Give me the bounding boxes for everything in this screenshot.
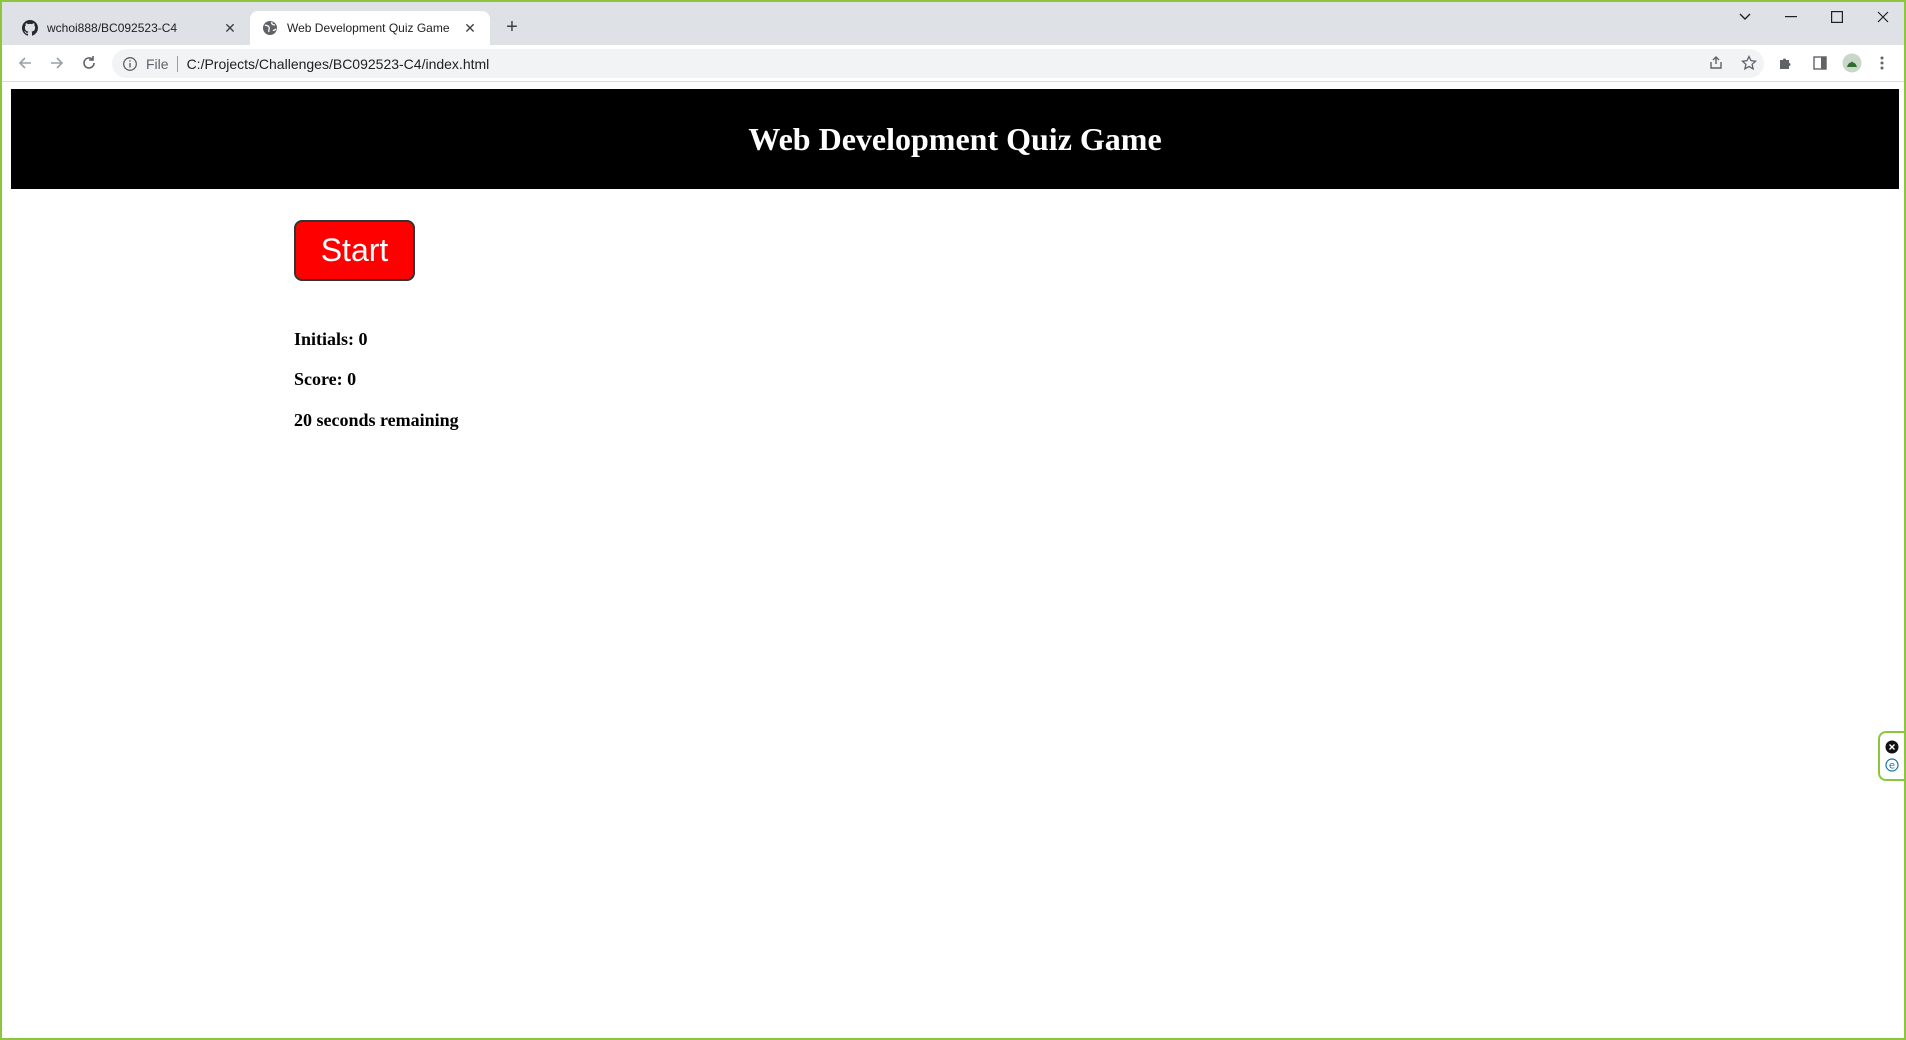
tab-search-icon[interactable]	[1722, 2, 1768, 32]
divider	[176, 55, 178, 72]
forward-arrow-icon[interactable]	[44, 50, 70, 76]
scheme-label: File	[146, 55, 169, 72]
page-title: Web Development Quiz Game	[748, 120, 1162, 157]
browser-window: wchoi888/BC092523-C4 ✕ Web Development Q…	[0, 0, 1906, 1040]
side-panel-icon[interactable]	[1810, 53, 1830, 73]
tab-github[interactable]: wchoi888/BC092523-C4 ✕	[10, 11, 250, 45]
bookmark-star-icon[interactable]	[1739, 53, 1759, 73]
extension-side-widget: e	[1878, 731, 1904, 781]
profile-avatar[interactable]	[1842, 53, 1862, 73]
timer-text: 20 seconds remaining	[294, 410, 459, 430]
close-tab-icon[interactable]: ✕	[222, 20, 238, 36]
initials-text: Initials: 0	[294, 329, 368, 349]
browser-toolbar: File C:/Projects/Challenges/BC092523-C4/…	[2, 45, 1904, 82]
close-circle-icon[interactable]	[1885, 740, 1899, 754]
extension-e-icon[interactable]: e	[1885, 758, 1899, 772]
svg-text:e: e	[1889, 761, 1895, 772]
back-arrow-icon[interactable]	[12, 50, 38, 76]
reload-icon[interactable]	[76, 50, 102, 76]
tab-strip: wchoi888/BC092523-C4 ✕ Web Development Q…	[2, 2, 1904, 45]
globe-icon	[262, 20, 278, 36]
close-window-icon[interactable]	[1860, 2, 1904, 32]
extensions-puzzle-icon[interactable]	[1776, 53, 1796, 73]
new-tab-button[interactable]: +	[500, 16, 524, 40]
tab-title: Web Development Quiz Game	[287, 21, 450, 35]
github-icon	[22, 20, 38, 36]
page-content: Web Development Quiz Game Start Initials…	[4, 83, 1904, 1038]
tab-quiz-game[interactable]: Web Development Quiz Game ✕	[250, 11, 490, 45]
info-icon[interactable]	[122, 56, 138, 72]
tab-title: wchoi888/BC092523-C4	[47, 21, 178, 35]
share-icon[interactable]	[1706, 53, 1726, 73]
address-bar[interactable]: File C:/Projects/Challenges/BC092523-C4/…	[112, 49, 1764, 78]
start-button[interactable]: Start	[294, 220, 415, 281]
close-tab-icon[interactable]: ✕	[462, 20, 478, 36]
page-header: Web Development Quiz Game	[11, 89, 1899, 189]
more-menu-icon[interactable]	[1872, 53, 1892, 73]
minimize-icon[interactable]	[1768, 2, 1814, 32]
score-text: Score: 0	[294, 369, 357, 389]
maximize-icon[interactable]	[1814, 2, 1860, 32]
url-text[interactable]: C:/Projects/Challenges/BC092523-C4/index…	[187, 56, 490, 72]
